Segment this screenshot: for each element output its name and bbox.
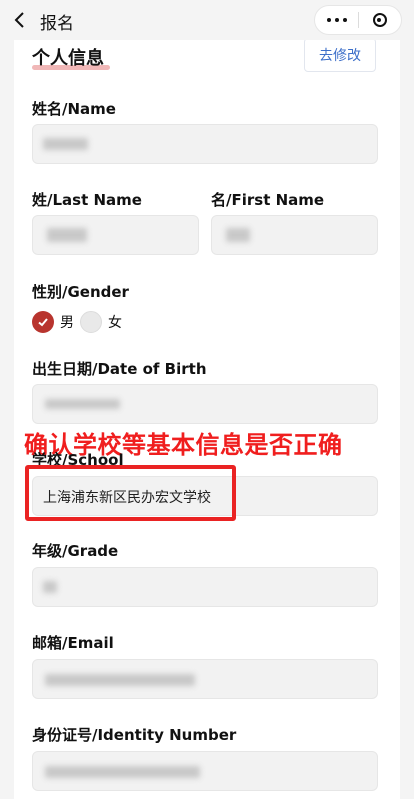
mini-program-capsule [314,5,402,35]
grade-label: 年级/Grade [32,542,119,560]
gender-male-radio[interactable] [32,311,54,333]
blurred-value [47,228,87,242]
personal-info-card: 个人信息 去修改 姓名/Name 姓/Last Name 名/First Nam… [14,40,400,799]
email-field[interactable] [32,659,378,699]
grade-field[interactable] [32,567,378,607]
name-field[interactable] [32,124,378,164]
chevron-left-icon[interactable] [10,10,30,30]
section-title: 个人信息 [32,48,104,69]
dob-field[interactable] [32,384,378,424]
gender-label: 性别/Gender [32,283,129,301]
gender-radio-group: 男 女 [32,310,128,334]
last-name-field[interactable] [32,215,199,255]
first-name-label: 名/First Name [211,191,325,209]
gender-female-radio[interactable] [80,311,102,333]
gender-male-label: 男 [60,315,74,331]
blurred-value [226,228,250,242]
id-number-field[interactable] [32,751,378,791]
highlight-box [25,465,236,521]
last-name-label: 姓/Last Name [32,191,142,209]
dob-label: 出生日期/Date of Birth [32,360,207,378]
target-circle-icon [372,13,387,27]
name-label: 姓名/Name [32,100,116,118]
first-name-field[interactable] [211,215,378,255]
page-title: 报名 [40,14,74,34]
close-button[interactable] [359,6,401,34]
edit-button[interactable]: 去修改 [304,40,376,72]
id-number-label: 身份证号/Identity Number [32,726,237,744]
check-icon [38,318,48,327]
blurred-value [45,766,200,778]
blurred-value [45,674,195,686]
more-dots-icon[interactable] [315,6,358,34]
blurred-value [43,581,57,593]
gender-female-label: 女 [108,315,122,331]
blurred-value [43,138,88,150]
blurred-value [45,399,120,409]
nav-bar: 报名 [0,0,414,40]
email-label: 邮箱/Email [32,634,114,652]
